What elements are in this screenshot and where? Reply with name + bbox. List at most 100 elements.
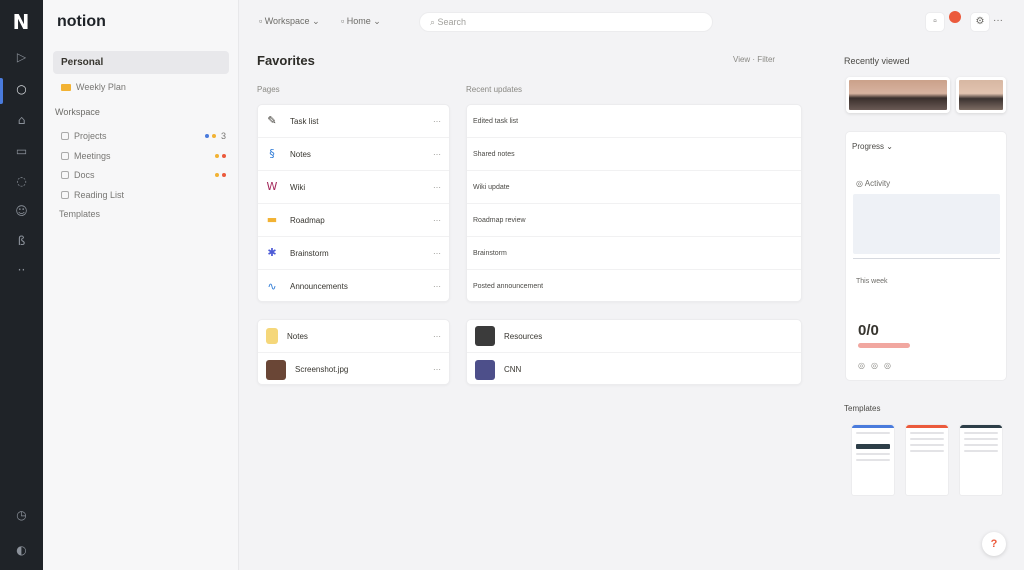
sidebar-item-projects[interactable]: Projects 3 — [61, 128, 226, 144]
row-actions-icon[interactable]: ⋯ — [419, 332, 441, 341]
page-row-notes[interactable]: § Notes ⋯ — [258, 138, 449, 171]
home-icon[interactable]: ○ — [13, 81, 30, 98]
sidebar-item-label: Docs — [74, 170, 95, 180]
chart-label-text: Activity — [864, 179, 891, 188]
note-icon: § — [269, 147, 275, 160]
page-label: Roadmap — [290, 215, 325, 225]
notifications-button[interactable]: ▫ — [925, 12, 945, 32]
template-card[interactable] — [905, 424, 949, 496]
row-actions-icon[interactable]: ⋯ — [419, 183, 441, 192]
breadcrumb-home[interactable]: ▫ Home ⌄ — [341, 14, 381, 29]
row-actions-icon[interactable]: ⋯ — [419, 216, 441, 225]
sidebar-item-meetings[interactable]: Meetings — [61, 148, 226, 164]
update-row[interactable]: Posted announcement — [467, 270, 801, 303]
sparkle-icon: ✱ — [267, 246, 277, 259]
recently-viewed-heading: Recently viewed — [844, 56, 910, 66]
file-label: Notes — [287, 331, 308, 341]
notification-badge — [949, 11, 961, 23]
sidebar-item-label: Projects — [74, 131, 107, 141]
status-dots — [204, 134, 216, 138]
recent-updates-heading: Recent updates — [466, 85, 523, 94]
page-row-wiki[interactable]: W Wiki ⋯ — [258, 171, 449, 204]
page-icon[interactable]: ▷ — [13, 49, 30, 66]
page-row-announcements[interactable]: ∿ Announcements ⋯ — [258, 270, 449, 303]
file-row-screenshot[interactable]: Screenshot.jpg ⋯ — [258, 353, 449, 386]
page-label: Brainstorm — [290, 248, 329, 258]
search-input[interactable]: ⌕ Search — [419, 12, 713, 32]
settings-button[interactable]: ⚙ — [970, 12, 990, 32]
file-label: Resources — [504, 331, 543, 341]
chat-icon[interactable]: ◌ — [13, 173, 30, 190]
page-label: Announcements — [290, 282, 348, 291]
row-actions-icon[interactable]: ⋯ — [419, 117, 441, 126]
row-actions-icon[interactable]: ⋯ — [419, 282, 441, 291]
update-text: Roadmap review — [473, 216, 526, 224]
page-row-task-list[interactable]: ✎ Task list ⋯ — [258, 105, 449, 138]
card-title-text: Progress — [852, 142, 885, 151]
app-name: notion — [57, 13, 106, 30]
help-button[interactable]: ? — [982, 532, 1006, 556]
clock-icon[interactable]: ◷ — [13, 507, 30, 524]
templates-heading: Templates — [844, 404, 881, 413]
update-text: Wiki update — [473, 183, 510, 191]
view-actions[interactable]: View · Filter — [733, 55, 775, 64]
row-actions-icon[interactable]: ⋯ — [419, 150, 441, 159]
people-icon[interactable]: ☺ — [13, 203, 30, 220]
update-row[interactable]: Edited task list — [467, 105, 801, 138]
notion-logo[interactable]: N — [9, 10, 33, 34]
update-row[interactable]: Wiki update — [467, 171, 801, 204]
card-title: Progress ⌄ — [852, 142, 893, 151]
recent-image-thumbnail[interactable] — [956, 77, 1006, 113]
roadmap-icon: ▬ — [266, 213, 278, 226]
page-icon — [61, 132, 69, 140]
sidebar-item-templates[interactable]: Templates — [59, 206, 224, 222]
wave-icon: ∿ — [267, 279, 277, 293]
card-controls[interactable]: ◎◎◎ — [858, 361, 897, 370]
wiki-icon: W — [266, 180, 278, 193]
file-row-resources[interactable]: Resources — [467, 320, 801, 353]
star-icon — [61, 83, 71, 91]
update-text: Brainstorm — [473, 249, 507, 257]
template-card[interactable] — [959, 424, 1003, 496]
sidebar-item-starred[interactable]: Weekly Plan — [61, 79, 226, 95]
file-row-cnn[interactable]: CNN — [467, 353, 801, 386]
chart-label: ◎ Activity — [856, 179, 891, 188]
activity-chart — [853, 194, 1000, 254]
breadcrumb-label: Home — [346, 16, 371, 26]
row-actions-icon[interactable]: ⋯ — [419, 365, 441, 374]
more-icon[interactable]: ·· — [13, 262, 30, 279]
account-icon[interactable]: ◐ — [13, 542, 30, 559]
file-label: CNN — [504, 365, 522, 374]
pencil-icon: ✎ — [267, 114, 277, 127]
update-row[interactable]: Shared notes — [467, 138, 801, 171]
files-card-left: Notes ⋯ Screenshot.jpg ⋯ — [257, 319, 450, 385]
row-actions-icon[interactable]: ⋯ — [419, 249, 441, 258]
file-thumbnail — [266, 328, 278, 344]
page-label: Task list — [290, 116, 319, 126]
page-row-roadmap[interactable]: ▬ Roadmap ⋯ — [258, 204, 449, 237]
file-row-notes[interactable]: Notes ⋯ — [258, 320, 449, 353]
recent-image-thumbnail[interactable] — [846, 77, 950, 113]
sidebar-item-reading-list[interactable]: Reading List — [61, 187, 226, 203]
page-icon — [61, 191, 69, 199]
more-menu-button[interactable]: ··· — [988, 12, 1008, 32]
rail-active-indicator — [0, 78, 3, 104]
app-rail: N ▷ ○ ⌂ ▭ ◌ ☺ ß ·· ◷ ◐ — [0, 0, 43, 570]
sidebar-item-docs[interactable]: Docs — [61, 167, 226, 183]
sidebar-section-heading: Workspace — [55, 107, 100, 117]
item-count: 3 — [220, 131, 226, 141]
inbox-icon[interactable]: ⌂ — [13, 112, 30, 129]
update-row[interactable]: Brainstorm — [467, 237, 801, 270]
breadcrumb-workspace[interactable]: ▫ Workspace ⌄ — [259, 14, 320, 29]
sidebar-item-label: Templates — [59, 209, 101, 219]
calendar-icon[interactable]: ▭ — [13, 143, 30, 160]
status-dots — [215, 173, 226, 177]
template-card[interactable] — [851, 424, 895, 496]
sidebar-item-personal[interactable]: Personal — [53, 51, 229, 74]
settings-icon[interactable]: ß — [13, 233, 30, 250]
update-row[interactable]: Roadmap review — [467, 204, 801, 237]
chart-axis — [853, 258, 1000, 262]
update-text: Shared notes — [473, 150, 515, 158]
page-title: Favorites — [257, 53, 315, 68]
page-row-brainstorm[interactable]: ✱ Brainstorm ⋯ — [258, 237, 449, 270]
